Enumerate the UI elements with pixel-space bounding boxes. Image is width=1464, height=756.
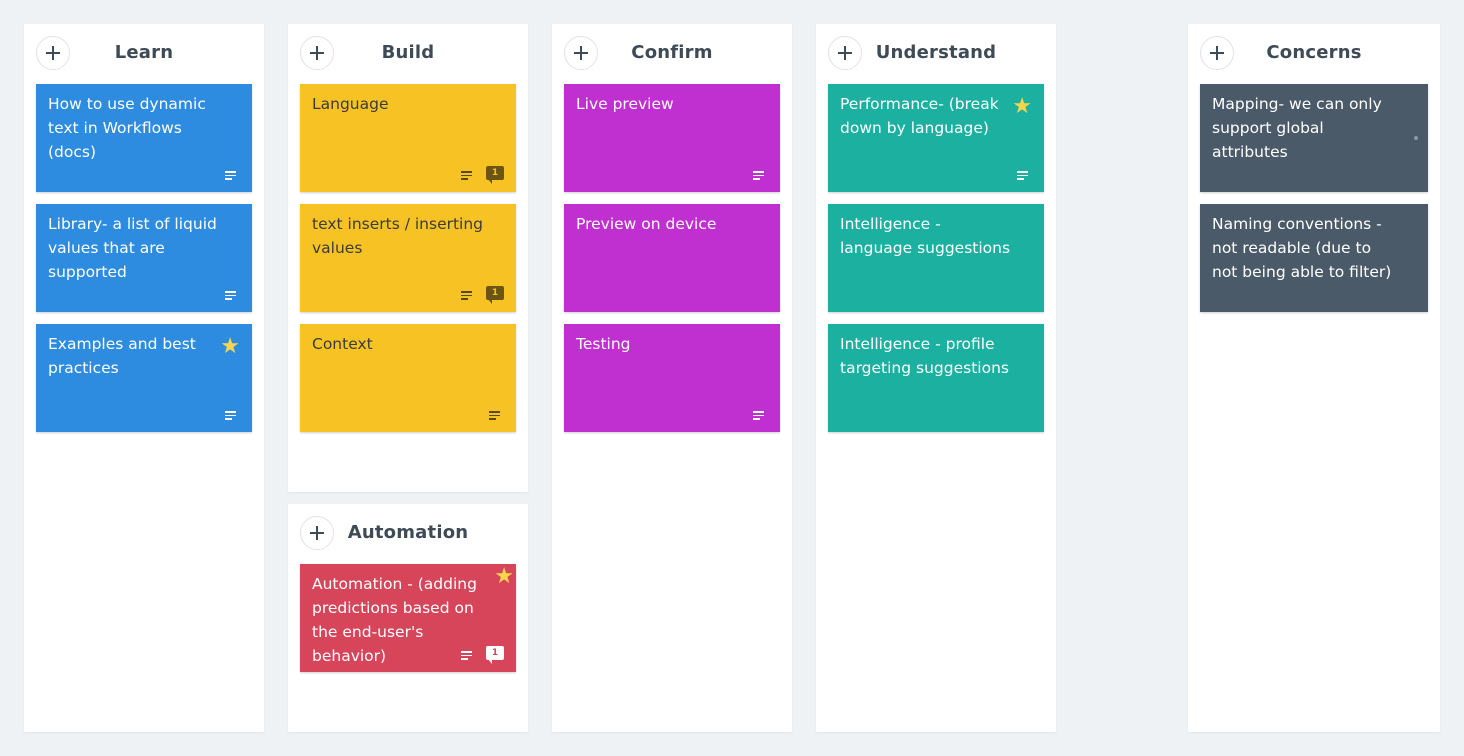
card[interactable]: Testing (564, 324, 780, 432)
column-header: Learn (24, 24, 264, 84)
comment-count: 1 (486, 646, 504, 660)
description-icon (461, 171, 472, 180)
card-text: Testing (576, 335, 631, 353)
star-icon[interactable]: ★ (220, 336, 240, 358)
card[interactable]: Naming conventions - not readable (due t… (1200, 204, 1428, 312)
column-title: Confirm (631, 42, 713, 63)
card-text: How to use dynamic text in Workflows (do… (48, 95, 206, 161)
description-icon (489, 411, 500, 420)
card-text: Preview on device (576, 215, 717, 233)
card[interactable]: Context (300, 324, 516, 432)
card-text: Context (312, 335, 373, 353)
column-title: Automation (347, 522, 469, 543)
card-text: Naming conventions - not readable (due t… (1212, 215, 1392, 281)
comment-icon[interactable]: 1 (486, 286, 504, 304)
comment-icon[interactable]: 1 (486, 166, 504, 184)
star-icon[interactable]: ★ (1012, 96, 1032, 118)
comment-icon[interactable]: 1 (486, 646, 504, 664)
card-text: Automation - (adding predictions based o… (312, 575, 477, 665)
card[interactable]: Mapping- we can only support global attr… (1200, 84, 1428, 192)
card[interactable]: Intelligence - language suggestions (828, 204, 1044, 312)
card-text: Examples and best practices (48, 335, 196, 377)
star-icon[interactable]: ★ (494, 566, 514, 588)
card[interactable]: Library- a list of liquid values that ar… (36, 204, 252, 312)
column-automation: Automation Automation - (adding predicti… (288, 504, 528, 732)
column-title: Concerns (1266, 42, 1362, 63)
card-text: Performance- (break down by language) (840, 95, 999, 137)
description-icon (225, 411, 236, 420)
card-text: Library- a list of liquid values that ar… (48, 215, 217, 281)
column-understand: Understand Performance- (break down by l… (816, 24, 1056, 732)
description-icon (461, 291, 472, 300)
column-header: Automation (288, 504, 528, 564)
card[interactable]: text inserts / inserting values 1 (300, 204, 516, 312)
column-build: Build Language 1 text inserts / insertin… (288, 24, 528, 492)
column-learn: Learn How to use dynamic text in Workflo… (24, 24, 264, 732)
card-text: Language (312, 95, 389, 113)
card[interactable]: Performance- (break down by language) ★ (828, 84, 1044, 192)
description-icon (753, 171, 764, 180)
comment-count: 1 (486, 166, 504, 180)
card[interactable]: Live preview (564, 84, 780, 192)
column-header: Confirm (552, 24, 792, 84)
indicator-dot (1414, 136, 1418, 140)
card[interactable]: How to use dynamic text in Workflows (do… (36, 84, 252, 192)
column-title: Understand (875, 42, 997, 63)
column-concerns: Concerns Mapping- we can only support gl… (1188, 24, 1440, 732)
card-text: Intelligence - profile targeting suggest… (840, 335, 1009, 377)
card-text: text inserts / inserting values (312, 215, 484, 257)
card-text: Live preview (576, 95, 674, 113)
comment-count: 1 (486, 286, 504, 300)
description-icon (753, 411, 764, 420)
card[interactable]: Examples and best practices ★ (36, 324, 252, 432)
description-icon (461, 651, 472, 660)
column-header: Understand (816, 24, 1056, 84)
column-confirm: Confirm Live preview Preview on device T… (552, 24, 792, 732)
description-icon (1017, 171, 1028, 180)
card[interactable]: Automation - (adding predictions based o… (300, 564, 516, 672)
card[interactable]: Intelligence - profile targeting suggest… (828, 324, 1044, 432)
card-text: Mapping- we can only support global attr… (1212, 95, 1382, 161)
column-title: Build (381, 42, 435, 63)
column-header: Build (288, 24, 528, 84)
description-icon (225, 291, 236, 300)
description-icon (225, 171, 236, 180)
card[interactable]: Language 1 (300, 84, 516, 192)
column-title: Learn (114, 42, 174, 63)
card-text: Intelligence - language suggestions (840, 215, 1011, 257)
column-header: Concerns (1188, 24, 1440, 84)
card[interactable]: Preview on device (564, 204, 780, 312)
